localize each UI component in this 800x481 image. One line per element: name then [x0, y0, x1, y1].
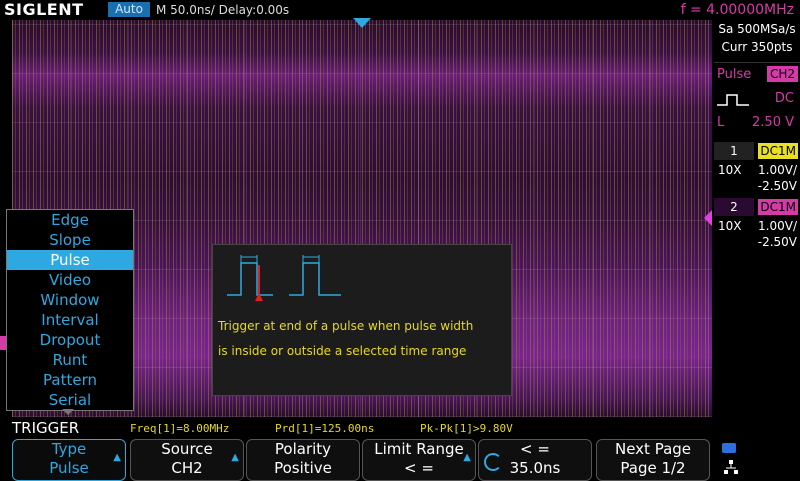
channel-2-coupling: DC1M [758, 199, 798, 215]
softkey-limit-range[interactable]: Limit Range < = ▲ [362, 439, 476, 481]
menu-item-pulse[interactable]: Pulse [7, 250, 133, 270]
channel-1-info[interactable]: 1 DC1M 10X 1.00V/ -2.50V [714, 142, 800, 196]
measurement-peak-to-peak: Pk-Pk[1]>9.80V [420, 422, 513, 435]
trigger-coupling: DC [774, 91, 794, 106]
softkey-polarity[interactable]: Polarity Positive [246, 439, 360, 481]
channel-2-probe: 10X [718, 219, 742, 233]
softkey-next-page[interactable]: Next Page Page 1/2 [596, 439, 710, 481]
pulse-width-diagram-icon [227, 255, 341, 301]
softkey-source-value: CH2 [171, 459, 203, 477]
softkey-type-value: Pulse [49, 459, 89, 477]
menu-title: TRIGGER [12, 419, 80, 437]
channel-1-probe: 10X [718, 163, 742, 177]
help-text-line-2: is inside or outside a selected time ran… [218, 344, 467, 358]
arrow-up-icon: ▲ [231, 452, 239, 463]
top-status-bar: SIGLENT Auto M 50.0ns/ Delay:0.00s f = 4… [0, 0, 800, 20]
channel-1-scale: 1.00V/ [758, 163, 797, 177]
softkey-type-title: Type [51, 440, 87, 458]
channel-1-coupling: DC1M [758, 143, 798, 159]
measurement-strip [0, 420, 800, 438]
softkey-next-page-value: Page 1/2 [620, 459, 686, 477]
help-text-line-1: Trigger at end of a pulse when pulse wid… [218, 319, 474, 333]
softkey-bar: Type Pulse ▲ Source CH2 ▲ Polarity Posit… [0, 438, 800, 481]
softkey-limit-range-value: < = [404, 459, 434, 477]
menu-item-window[interactable]: Window [7, 290, 133, 310]
trigger-position-marker [353, 18, 371, 28]
trigger-level-label: L [717, 115, 725, 130]
channel-1-number: 1 [714, 142, 754, 160]
menu-item-slope[interactable]: Slope [7, 230, 133, 250]
channel-2-offset: -2.50V [757, 235, 797, 249]
frequency-counter: f = 4.00000MHz [680, 2, 794, 18]
brand-logo: SIGLENT [4, 0, 84, 19]
sample-rate: Sa 500MSa/s [718, 22, 796, 36]
measurement-frequency: Freq[1]=8.00MHz [130, 422, 230, 435]
network-icon [724, 460, 738, 474]
softkey-source-title: Source [161, 440, 213, 458]
menu-item-serial[interactable]: Serial [7, 390, 133, 410]
channel-2-number: 2 [714, 198, 754, 216]
menu-item-video[interactable]: Video [7, 270, 133, 290]
trigger-mode-badge[interactable]: Auto [108, 2, 150, 17]
softkey-polarity-value: Positive [274, 459, 332, 477]
timebase-readout: M 50.0ns/ Delay:0.00s [156, 0, 289, 20]
softkey-limit-range-title: Limit Range [374, 440, 464, 458]
softkey-source[interactable]: Source CH2 ▲ [130, 439, 244, 481]
softkey-polarity-title: Polarity [274, 440, 332, 458]
delay-value: Delay:0.00s [218, 3, 290, 17]
channel-1-offset: -2.50V [757, 179, 797, 193]
softkey-next-page-title: Next Page [614, 440, 692, 458]
menu-item-interval[interactable]: Interval [7, 310, 133, 330]
menu-item-runt[interactable]: Runt [7, 350, 133, 370]
menu-pointer-icon [62, 409, 74, 415]
trigger-info-panel: Pulse CH2 DC L 2.50 V [714, 62, 800, 139]
softkey-type[interactable]: Type Pulse ▲ [12, 439, 126, 481]
usb-icon [722, 443, 736, 453]
channel-2-info[interactable]: 2 DC1M 10X 1.00V/ -2.50V [714, 198, 800, 252]
arrow-up-icon: ▲ [463, 452, 471, 463]
trigger-level-value: 2.50 V [752, 115, 794, 130]
menu-item-pattern[interactable]: Pattern [7, 370, 133, 390]
menu-item-dropout[interactable]: Dropout [7, 330, 133, 350]
pulse-shape-icon [717, 94, 749, 106]
menu-item-edge[interactable]: Edge [7, 210, 133, 230]
trigger-type-label: Pulse [717, 67, 752, 82]
trigger-help-popup: Trigger at end of a pulse when pulse wid… [212, 244, 512, 396]
channel-2-scale: 1.00V/ [758, 219, 797, 233]
trigger-type-menu[interactable]: Edge Slope Pulse Video Window Interval D… [6, 209, 134, 411]
trigger-source-tag: CH2 [766, 66, 798, 82]
arrow-up-icon: ▲ [113, 452, 121, 463]
network-glyph [724, 460, 738, 474]
timebase-value: M 50.0ns/ [156, 3, 215, 17]
adjust-knob-icon [484, 453, 502, 471]
measurement-period: Prd[1]=125.00ns [275, 422, 375, 435]
acquisition-panel: Sa 500MSa/s Curr 350pts [714, 20, 800, 56]
ch2-trigger-level-arrow [704, 210, 712, 226]
memory-depth: Curr 350pts [721, 40, 793, 54]
